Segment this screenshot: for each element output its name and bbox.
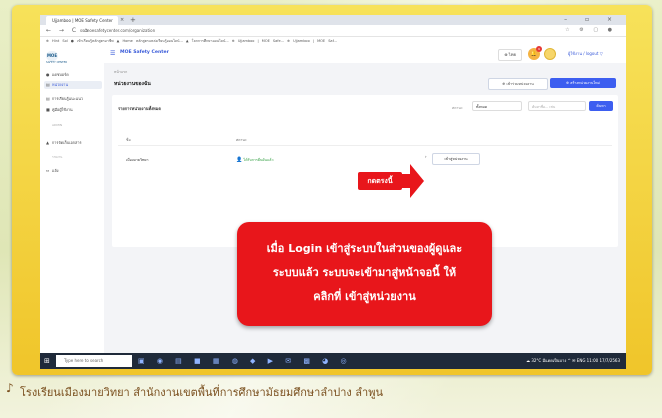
user-check-icon: 👤 <box>236 157 243 163</box>
sidebar-item-label: การจัดเก็บเอกสาร <box>52 140 82 145</box>
windows-start-icon[interactable]: ⊞ <box>44 356 50 366</box>
page-title: หน่วยงานของฉัน <box>114 81 151 87</box>
sidebar-item-label: การเรียนรู้แนะแนว <box>52 96 83 101</box>
sidebar-section-admin: ADMIN <box>46 121 102 129</box>
organization-name: เมืองมายวิทยา <box>126 158 149 162</box>
taskbar-app-icons[interactable]: ▣ ◉ ▤ ■ ▦ ◍ ◆ ▶ ✉ ▩ ◕ ◎ <box>138 354 352 368</box>
address-bar: ← → C ⌂ ss.moesafetycenter.com/organizat… <box>40 25 626 37</box>
notification-badge: 9 <box>536 46 542 52</box>
system-tray[interactable]: ☁ 32°C มีแดดเป็นบาง ^ ✉ ENG 11:00 17/7/2… <box>526 355 620 367</box>
sidebar-item-guidance[interactable]: ▤ การเรียนรู้แนะแนว <box>46 95 102 103</box>
sidebar-item-documents[interactable]: ▲ การจัดเก็บเอกสาร <box>46 139 102 147</box>
callout-line-2: ระบบแล้ว ระบบจะเข้ามาสู่หน้าจอนี้ ให้ <box>272 266 457 279</box>
sidebar-section-report: รายงาน <box>46 153 102 161</box>
bookmarks-bar[interactable]: ⊕ Hint Sol ● เข้าเรียนรู้หลักสูตรอาชีพ ▲… <box>40 37 626 45</box>
enter-organization-button[interactable]: เข้าสู่หน่วยงาน <box>432 153 480 165</box>
filter-label: สถานะ <box>452 106 463 110</box>
sidebar-item-dashboard[interactable]: ● แดชบอร์ด <box>46 71 102 79</box>
new-tab-button[interactable]: + <box>130 15 136 25</box>
sidebar-item-label: หน่วยงาน <box>52 82 69 87</box>
language-select[interactable]: ⊕ ไทย <box>498 49 522 61</box>
windows-taskbar: ⊞ Type here to search ▣ ◉ ▤ ■ ▦ ◍ ◆ ▶ ✉ … <box>40 353 626 369</box>
sidebar-item-label: แดชบอร์ด <box>52 72 69 77</box>
search-button[interactable]: ค้นหา <box>589 101 613 111</box>
chevron-right-icon: › <box>425 154 427 159</box>
avatar[interactable] <box>544 48 556 60</box>
table-divider <box>118 145 612 146</box>
logo-icon: MOE <box>46 51 58 61</box>
music-note-icon: ♪ <box>6 381 14 395</box>
sidebar: MOE SAFETY CENTER ● แดชบอร์ด ▤ หน่วยงาน ▤ ก… <box>40 45 105 367</box>
app-title: MOE Safety Center <box>120 50 169 55</box>
menu-icon[interactable]: ☰ <box>110 50 115 57</box>
browser-tab[interactable]: Ujjamboo | MOE Safety Center <box>46 16 118 25</box>
sidebar-item-notify[interactable]: ⇔ แจ้ง <box>46 167 102 175</box>
tab-close-icon[interactable]: × <box>120 16 124 25</box>
panel-title: รายการหน่วยงานทั้งหมด <box>118 106 161 111</box>
instruction-callout: เมื่อ Login เข้าสู่ระบบในส่วนของผู้ดูและ… <box>237 222 492 326</box>
taskbar-search-input[interactable]: Type here to search <box>56 355 132 367</box>
sidebar-section-label: รายงาน <box>52 155 63 159</box>
status-cell: 👤 ได้รับการยืนยันแล้ว <box>236 157 274 163</box>
sidebar-item-label: คู่มือผู้ใช้งาน <box>52 107 73 112</box>
footer-caption: โรงเรียนเมืองมายวิทยา สำนักงานเขตพื้นที่… <box>20 386 383 399</box>
press-here-label: กดตรงนี้ <box>358 172 402 190</box>
sidebar-item-label: แจ้ง <box>52 168 59 173</box>
user-menu[interactable]: ผู้ใช้งาน / logout ▽ <box>568 50 603 57</box>
callout-line-3: คลิกที่ เข้าสู่หน่วยงาน <box>313 290 416 303</box>
breadcrumb[interactable]: หน้าแรก <box>114 69 127 75</box>
callout-line-1: เมื่อ Login เข้าสู่ระบบในส่วนของผู้ดูและ <box>266 242 463 255</box>
app-header: ☰ MOE Safety Center ⊕ ไทย 🔔 9 ผู้ใช้งาน … <box>104 45 626 64</box>
sidebar-item-manual[interactable]: ■ คู่มือผู้ใช้งาน <box>46 106 102 114</box>
url-field[interactable]: ss.moesafetycenter.com/organization <box>80 27 540 34</box>
join-organization-button[interactable]: ⊕ เข้าร่วมหน่วยงาน <box>488 78 548 90</box>
status-filter-select[interactable]: ทั้งหมด <box>472 101 522 111</box>
browser-toolbar-icons[interactable]: ☆ ⚙ ▢ ● <box>565 25 616 36</box>
sidebar-item-organization[interactable]: ▤ หน่วยงาน <box>44 81 102 89</box>
column-header-status: สถานะ <box>236 138 247 142</box>
window-controls[interactable]: – ▫ × <box>564 15 620 25</box>
logo-subtext: SAFETY CENTER <box>46 61 68 64</box>
sidebar-section-label: ADMIN <box>52 123 63 127</box>
status-badge: ได้รับการยืนยันแล้ว <box>243 158 274 162</box>
header-right: ⊕ ไทย 🔔 9 ผู้ใช้งาน / logout ▽ <box>498 46 618 61</box>
browser-tabbar: Ujjamboo | MOE Safety Center × + – ▫ × <box>40 15 626 25</box>
arrow-right-icon <box>398 164 424 198</box>
search-input[interactable]: ค้นหาชื่อ... เช่น <box>528 101 586 111</box>
column-header-name: ชื่อ <box>126 138 131 142</box>
create-organization-button[interactable]: ⊕ สร้างหน่วยงานใหม่ <box>550 78 616 88</box>
